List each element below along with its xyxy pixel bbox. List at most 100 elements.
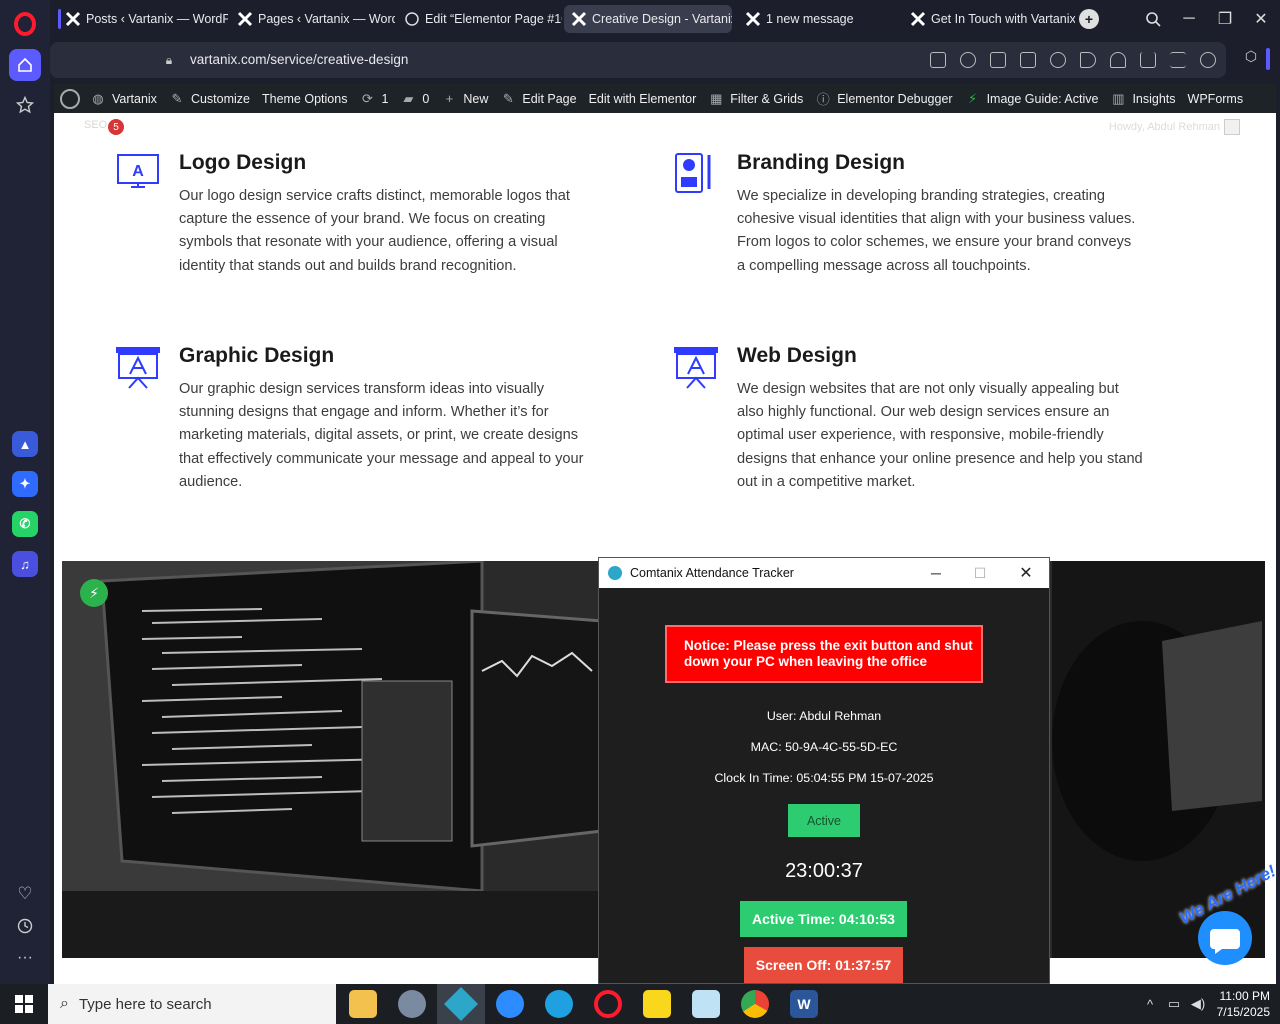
tab-pages[interactable]: Pages ‹ Vartanix — WordPress (230, 5, 395, 33)
tab-new-message[interactable]: 1 new message (738, 5, 903, 33)
tab-accent (58, 9, 61, 29)
tab-creative-design[interactable]: Creative Design - Vartanix (564, 5, 732, 33)
tab-label: Get In Touch with Vartanix (931, 12, 1075, 26)
taskbar-search[interactable]: ⌕ Type here to search (48, 984, 336, 1024)
minimize-icon[interactable]: ─ (926, 563, 946, 583)
dashboard-icon: ◍ (92, 90, 104, 106)
svg-text:A: A (132, 163, 144, 180)
minimize-icon[interactable]: ─ (1178, 8, 1200, 30)
reader-icon[interactable] (930, 52, 946, 68)
wp-filter-grids-link[interactable]: ▦ Filter & Grids (708, 91, 803, 107)
wp-edit-page-label: Edit Page (522, 91, 577, 106)
wp-admin-bar: ◍ Vartanix ✎ Customize Theme Options ⟳ 1 ▰ 0… (54, 84, 1276, 113)
word-icon[interactable]: W (790, 990, 818, 1018)
paint-icon[interactable] (398, 990, 426, 1018)
bar-chart-icon: ▥ (1112, 90, 1125, 106)
heart-outline-icon[interactable] (1110, 52, 1126, 68)
network-icon[interactable]: ▭ (1166, 996, 1182, 1012)
edit-icon[interactable] (990, 52, 1006, 68)
wp-new-label: New (463, 91, 489, 106)
close-icon[interactable]: ✕ (1250, 8, 1272, 30)
avatar[interactable] (1224, 119, 1240, 135)
tab-label: Posts ‹ Vartanix — WordPress (86, 12, 228, 26)
tab-label: Edit “Elementor Page #10 (425, 12, 562, 26)
wp-insights-label: Insights (1132, 91, 1176, 106)
wp-new-link[interactable]: + New (441, 91, 489, 107)
notepad-icon[interactable] (692, 990, 720, 1018)
file-explorer-icon[interactable] (349, 990, 377, 1018)
pencil-icon: ✎ (502, 90, 514, 106)
history-icon[interactable] (9, 910, 41, 942)
opera-logo-icon[interactable] (14, 12, 36, 36)
music-player-icon[interactable]: ♫ (12, 551, 38, 577)
chat-widget-button[interactable] (1198, 911, 1252, 965)
chrome-icon[interactable] (741, 990, 769, 1018)
menu-icon[interactable] (1170, 52, 1186, 68)
lock-icon: 🔒︎ (165, 52, 173, 67)
url-text: vartanix.com/service/creative-design (190, 52, 409, 67)
camera-icon[interactable] (1020, 52, 1036, 68)
close-icon[interactable]: ✕ (1016, 563, 1036, 583)
opera-icon[interactable] (594, 990, 622, 1018)
wp-edit-elementor-link[interactable]: Edit with Elementor (589, 92, 697, 106)
service-description: Our graphic design services transform id… (179, 381, 584, 490)
restore-icon[interactable]: ❐ (1214, 8, 1236, 30)
wp-theme-options-link[interactable]: Theme Options (262, 92, 347, 106)
tab-label: Creative Design - Vartanix (592, 12, 732, 26)
service-title: Graphic Design (179, 344, 335, 367)
browser-sidebar: ▲ ✦ ✆ ♫ ♡ ··· (0, 0, 50, 984)
whatsapp-icon[interactable]: ✆ (12, 511, 38, 537)
start-button[interactable] (0, 984, 48, 1024)
home-icon[interactable] (9, 49, 41, 81)
edge-icon[interactable] (545, 990, 573, 1018)
wp-wpforms-link[interactable]: WPForms (1188, 92, 1244, 106)
wp-updates-link[interactable]: ⟳ 1 (359, 91, 388, 107)
wp-insights-link[interactable]: ▥ Insights (1110, 91, 1175, 107)
tray-time: 11:00 PM (1219, 989, 1270, 1003)
tray-clock[interactable]: 11:00 PM 7/15/2025 (1217, 988, 1270, 1020)
attendance-tracker-app-icon[interactable] (437, 984, 485, 1024)
messenger-icon[interactable]: ✦ (12, 471, 38, 497)
wp-edit-page-link[interactable]: ✎ Edit Page (500, 90, 577, 107)
zoom-icon[interactable] (496, 990, 524, 1018)
wordpress-logo-icon[interactable] (60, 88, 80, 109)
seo-label[interactable]: SEO (84, 119, 107, 131)
vartanix-favicon-icon (744, 10, 762, 28)
find-icon[interactable] (960, 52, 976, 68)
tab-edit-elementor[interactable]: Edit “Elementor Page #10 (397, 5, 562, 33)
tray-chevron-icon[interactable]: ^ (1142, 996, 1158, 1012)
aria-icon[interactable]: ▲ (12, 431, 38, 457)
download-icon[interactable] (1140, 52, 1156, 68)
wp-customize-link[interactable]: ✎ Customize (169, 91, 250, 107)
heart-icon[interactable]: ♡ (9, 878, 41, 910)
wp-comments-link[interactable]: ▰ 0 (400, 91, 429, 107)
grid-icon: ▦ (710, 90, 723, 106)
wp-image-guide-link[interactable]: ⚡︎ Image Guide: Active (965, 91, 1098, 107)
wp-elementor-debugger-link[interactable]: ⓘ Elementor Debugger (815, 91, 953, 108)
tab-strip: Posts ‹ Vartanix — WordPress Pages ‹ Var… (50, 0, 1280, 38)
wp-site-link[interactable]: ◍ Vartanix (90, 91, 157, 107)
clock-display: 23:00:37 (785, 860, 863, 882)
more-icon[interactable]: ··· (9, 942, 41, 974)
play-icon[interactable] (1080, 52, 1096, 68)
address-field[interactable]: 🔒︎ vartanix.com/service/creative-design (50, 42, 1226, 78)
adblock-icon[interactable] (1050, 52, 1066, 68)
wp-filter-grids-label: Filter & Grids (730, 91, 804, 106)
bolt-badge-icon[interactable]: ⚡︎ (80, 579, 108, 607)
star-icon[interactable] (9, 89, 41, 121)
service-title: Branding Design (737, 151, 906, 174)
tab-posts[interactable]: Posts ‹ Vartanix — WordPress (58, 5, 228, 33)
service-description: We specialize in developing branding str… (737, 188, 1136, 274)
profile-icon[interactable] (1200, 52, 1216, 68)
maximize-icon[interactable]: ☐ (970, 563, 990, 583)
new-tab-icon[interactable]: + (1079, 9, 1099, 29)
sticky-notes-icon[interactable] (643, 990, 671, 1018)
search-placeholder: Type here to search (78, 995, 212, 1013)
user-label: User: Abdul Rehman (766, 709, 882, 723)
howdy-text[interactable]: Howdy, Abdul Rehman (1109, 121, 1220, 133)
tab-get-in-touch[interactable]: Get In Touch with Vartanix (903, 5, 1075, 33)
extensions-icon[interactable]: ⬡ (1242, 47, 1260, 65)
volume-icon[interactable]: ◀︎) (1190, 996, 1206, 1012)
search-tabs-icon[interactable] (1142, 8, 1164, 30)
service-description: We design websites that are not only vis… (737, 381, 1143, 490)
